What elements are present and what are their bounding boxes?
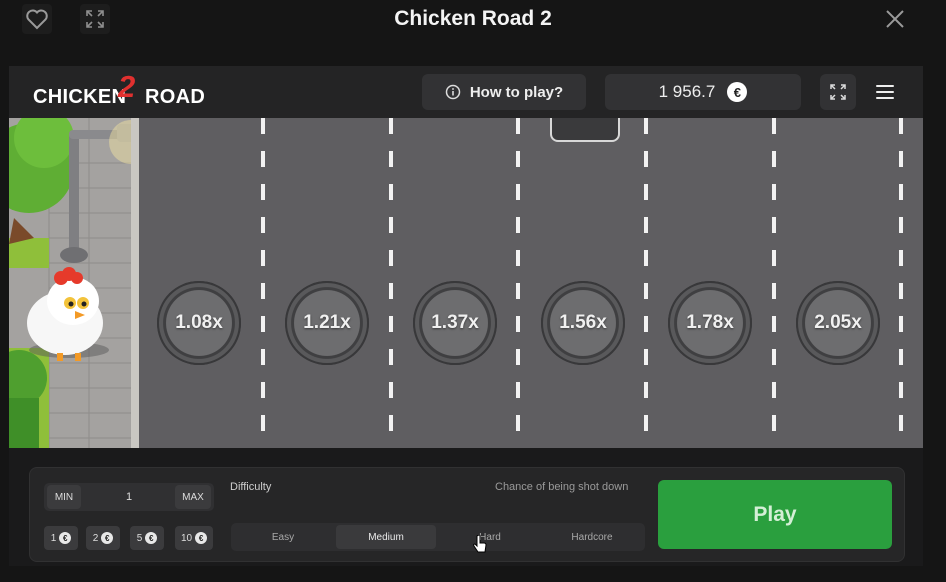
game-frame: CHICKEN 2 ROAD How to play? 1 956.7 € 1.… [9, 66, 923, 566]
logo-word-chicken: CHICKEN [33, 86, 127, 108]
window-topbar: Chicken Road 2 [0, 0, 946, 40]
quick-bet-2-button[interactable]: 2 € [86, 526, 120, 550]
how-to-play-button[interactable]: How to play? [422, 74, 586, 110]
menu-button[interactable] [867, 74, 903, 110]
close-icon [886, 10, 904, 28]
quick-bet-value: 10 [180, 532, 193, 544]
multiplier-label: 1.78x [686, 312, 734, 333]
bet-min-button[interactable]: MIN [47, 485, 81, 509]
close-window-button[interactable] [880, 4, 910, 34]
bet-amount-control: MIN 1 MAX [44, 483, 214, 511]
balance-display: 1 956.7 € [605, 74, 801, 110]
control-panel: MIN 1 MAX 1 € 2 € 5 € 10 € Difficulty Ch… [29, 467, 905, 562]
difficulty-label: Difficulty [230, 481, 272, 493]
euro-icon: € [195, 532, 208, 544]
bet-amount-input[interactable]: 1 [84, 483, 174, 511]
bet-max-button[interactable]: MAX [175, 485, 211, 509]
multiplier-manhole[interactable]: 2.05x [796, 281, 880, 365]
euro-icon: € [145, 532, 158, 544]
difficulty-easy[interactable]: Easy [233, 525, 333, 549]
sidewalk-art [9, 118, 153, 448]
curb [131, 118, 139, 448]
logo-word-road: ROAD [145, 86, 206, 108]
info-icon [445, 84, 461, 100]
difficulty-hard[interactable]: Hard [440, 525, 540, 549]
quick-bet-1-button[interactable]: 1 € [44, 526, 78, 550]
lane-divider [644, 118, 648, 448]
lane-divider [261, 118, 265, 448]
quick-bet-5-button[interactable]: 5 € [130, 526, 164, 550]
multiplier-manhole[interactable]: 1.08x [157, 281, 241, 365]
play-button[interactable]: Play [658, 480, 892, 549]
difficulty-medium[interactable]: Medium [336, 525, 436, 549]
quick-bet-value: 2 [92, 532, 99, 544]
fullscreen-button[interactable] [820, 74, 856, 110]
fullscreen-icon [830, 84, 846, 100]
multiplier-manhole[interactable]: 1.37x [413, 281, 497, 365]
multiplier-label: 1.08x [175, 312, 223, 333]
menu-icon [876, 85, 894, 99]
difficulty-hardcore[interactable]: Hardcore [542, 525, 642, 549]
quick-bet-10-button[interactable]: 10 € [175, 526, 213, 550]
multiplier-label: 1.56x [559, 312, 607, 333]
how-to-play-label: How to play? [469, 83, 564, 101]
car [550, 118, 620, 142]
difficulty-selector: Easy Medium Hard Hardcore [231, 523, 645, 551]
euro-icon: € [727, 82, 748, 102]
multiplier-manhole[interactable]: 1.78x [668, 281, 752, 365]
quick-bet-value: 1 [50, 532, 57, 544]
multiplier-label: 1.37x [431, 312, 479, 333]
multiplier-label: 1.21x [303, 312, 351, 333]
euro-icon: € [101, 532, 114, 544]
lane-divider [772, 118, 776, 448]
lane-divider [516, 118, 520, 448]
logo-number: 2 [118, 69, 136, 104]
road-scene: 1.08x 1.21x 1.37x 1.56x 1.78x 2.05x [9, 118, 923, 448]
chance-label: Chance of being shot down [495, 481, 629, 493]
sidewalk [9, 118, 153, 448]
balance-value: 1 956.7 [658, 82, 716, 101]
game-header: CHICKEN 2 ROAD How to play? 1 956.7 € [9, 66, 923, 118]
multiplier-label: 2.05x [814, 312, 862, 333]
lane-divider [389, 118, 393, 448]
hand-cursor-icon [473, 535, 487, 553]
quick-bet-value: 5 [136, 532, 143, 544]
lane-divider [899, 118, 903, 448]
multiplier-manhole[interactable]: 1.21x [285, 281, 369, 365]
multiplier-manhole[interactable]: 1.56x [541, 281, 625, 365]
window-title: Chicken Road 2 [394, 7, 552, 30]
euro-icon: € [59, 532, 72, 544]
